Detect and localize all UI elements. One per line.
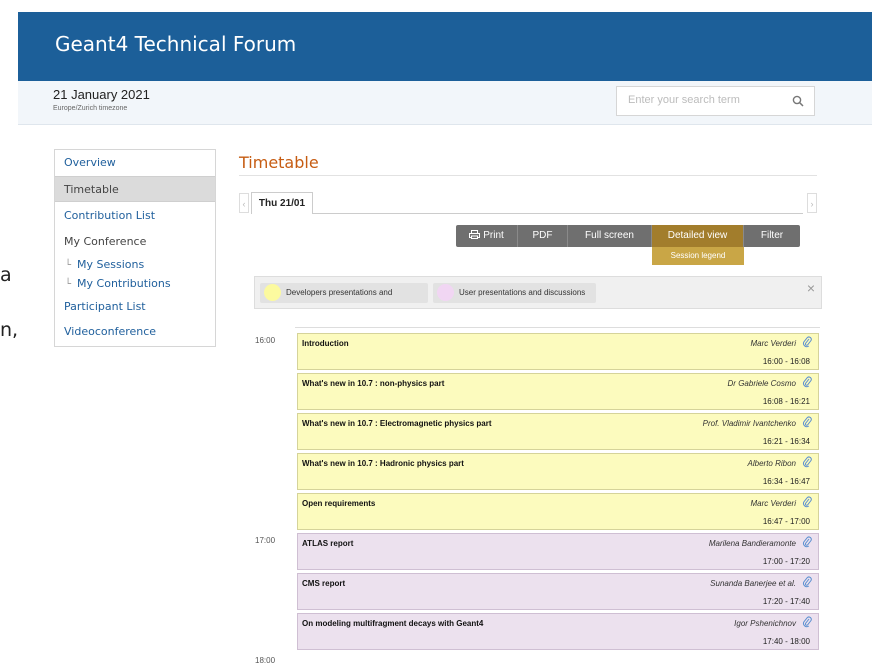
hour-label: 17:00 — [255, 536, 276, 545]
search-icon[interactable] — [792, 95, 804, 107]
event-side-menu: Overview Timetable Contribution List My … — [54, 149, 216, 347]
contribution-time: 16:47 - 17:00 — [762, 517, 810, 526]
contribution-block[interactable]: What's new in 10.7 : Hadronic physics pa… — [297, 453, 819, 490]
detailed-view-button[interactable]: Detailed view — [652, 225, 744, 247]
menu-item-label: My Contributions — [77, 277, 171, 290]
site-header: Geant4 Technical Forum — [18, 12, 872, 81]
contribution-block[interactable]: CMS report Sunanda Banerjee et al. 17:20… — [297, 573, 819, 610]
legend-color-swatch — [264, 284, 281, 301]
clipped-text-fragment: n, — [0, 319, 19, 341]
paperclip-icon[interactable] — [802, 576, 812, 588]
hour-label: 18:00 — [255, 656, 276, 665]
contribution-time: 17:40 - 18:00 — [762, 637, 810, 646]
day-tabs: ‹ Thu 21/01 › — [239, 192, 817, 214]
contribution-block[interactable]: What's new in 10.7 : non-physics part Dr… — [297, 373, 819, 410]
legend-label: User presentations and discussions — [459, 288, 586, 297]
contribution-speaker: Dr Gabriele Cosmo — [727, 379, 796, 388]
contribution-title: Open requirements — [302, 499, 376, 508]
contribution-title: What's new in 10.7 : non-physics part — [302, 379, 445, 388]
contribution-block[interactable]: On modeling multifragment decays with Ge… — [297, 613, 819, 650]
paperclip-icon[interactable] — [802, 496, 812, 508]
divider — [239, 175, 817, 176]
legend-color-swatch — [437, 284, 454, 301]
contribution-speaker: Alberto Ribon — [747, 459, 796, 468]
contribution-speaker: Marc Verderi — [750, 339, 797, 348]
contribution-time: 16:34 - 16:47 — [762, 477, 810, 486]
contribution-speaker: Sunanda Banerjee et al. — [710, 579, 796, 588]
paperclip-icon[interactable] — [802, 536, 812, 548]
page-title: Timetable — [239, 153, 319, 172]
contribution-block[interactable]: Open requirements Marc Verderi 16:47 - 1… — [297, 493, 819, 530]
close-icon[interactable]: × — [807, 280, 815, 296]
filter-button[interactable]: Filter — [744, 225, 800, 247]
full-screen-button[interactable]: Full screen — [568, 225, 652, 247]
menu-item-my-sessions[interactable]: └ My Sessions — [55, 255, 215, 275]
divider — [313, 213, 803, 214]
print-button[interactable]: Print — [456, 225, 518, 247]
submenu-corner-icon: └ — [65, 279, 72, 290]
search-input[interactable] — [626, 93, 790, 107]
contribution-title: Introduction — [302, 339, 349, 348]
paperclip-icon[interactable] — [802, 616, 812, 628]
contribution-time: 16:00 - 16:08 — [762, 357, 810, 366]
paperclip-icon[interactable] — [802, 376, 812, 388]
event-date: 21 January 2021 — [53, 87, 150, 102]
menu-item-contribution-list[interactable]: Contribution List — [55, 203, 215, 229]
event-timezone: Europe/Zurich timezone — [53, 105, 128, 112]
tab-thu-21-01[interactable]: Thu 21/01 — [251, 192, 313, 214]
contribution-speaker: Prof. Vladimir Ivantchenko — [702, 419, 796, 428]
contribution-time: 17:20 - 17:40 — [762, 597, 810, 606]
paperclip-icon[interactable] — [802, 336, 812, 348]
contribution-block[interactable]: ATLAS report Marilena Bandieramonte 17:0… — [297, 533, 819, 570]
session-legend-panel: Developers presentations and User presen… — [254, 276, 822, 309]
contribution-title: On modeling multifragment decays with Ge… — [302, 619, 484, 628]
paperclip-icon[interactable] — [802, 456, 812, 468]
contribution-speaker: Marc Verderi — [750, 499, 797, 508]
session-legend-button[interactable]: Session legend — [652, 247, 744, 265]
legend-chip-developers: Developers presentations and — [260, 283, 428, 303]
contribution-speaker: Marilena Bandieramonte — [708, 539, 796, 548]
legend-label: Developers presentations and — [286, 288, 393, 297]
contribution-title: ATLAS report — [302, 539, 354, 548]
menu-item-participant-list[interactable]: Participant List — [55, 294, 215, 320]
print-label: Print — [483, 230, 504, 241]
menu-item-timetable[interactable]: Timetable — [55, 176, 215, 202]
divider — [295, 327, 820, 328]
paperclip-icon[interactable] — [802, 416, 812, 428]
hour-label: 16:00 — [255, 336, 276, 345]
contribution-time: 16:08 - 16:21 — [762, 397, 810, 406]
event-subheader: 21 January 2021 Europe/Zurich timezone — [18, 81, 872, 125]
event-title[interactable]: Geant4 Technical Forum — [55, 32, 296, 56]
pdf-button[interactable]: PDF — [518, 225, 568, 247]
legend-chip-user: User presentations and discussions — [433, 283, 596, 303]
contribution-speaker: Igor Pshenichnov — [734, 619, 796, 628]
submenu-corner-icon: └ — [65, 260, 72, 271]
contribution-title: What's new in 10.7 : Electromagnetic phy… — [302, 419, 492, 428]
search-box[interactable] — [616, 86, 815, 116]
menu-item-videoconference[interactable]: Videoconference — [55, 319, 215, 345]
menu-item-label: My Sessions — [77, 258, 145, 271]
contribution-time: 17:00 - 17:20 — [762, 557, 810, 566]
contribution-block[interactable]: What's new in 10.7 : Electromagnetic phy… — [297, 413, 819, 450]
menu-item-my-conference: My Conference — [64, 235, 147, 248]
contribution-title: CMS report — [302, 579, 346, 588]
contribution-title: What's new in 10.7 : Hadronic physics pa… — [302, 459, 464, 468]
timetable-grid: 16:00 17:00 18:00 Introduction Marc Verd… — [255, 327, 820, 665]
menu-item-overview[interactable]: Overview — [55, 150, 215, 176]
contribution-block[interactable]: Introduction Marc Verderi 16:00 - 16:08 — [297, 333, 819, 370]
contribution-time: 16:21 - 16:34 — [762, 437, 810, 446]
menu-item-my-contributions[interactable]: └ My Contributions — [55, 274, 215, 294]
chevron-left-icon[interactable]: ‹ — [239, 193, 249, 213]
chevron-right-icon[interactable]: › — [807, 193, 817, 213]
clipped-text-fragment: a — [0, 264, 12, 286]
printer-icon — [469, 230, 481, 239]
